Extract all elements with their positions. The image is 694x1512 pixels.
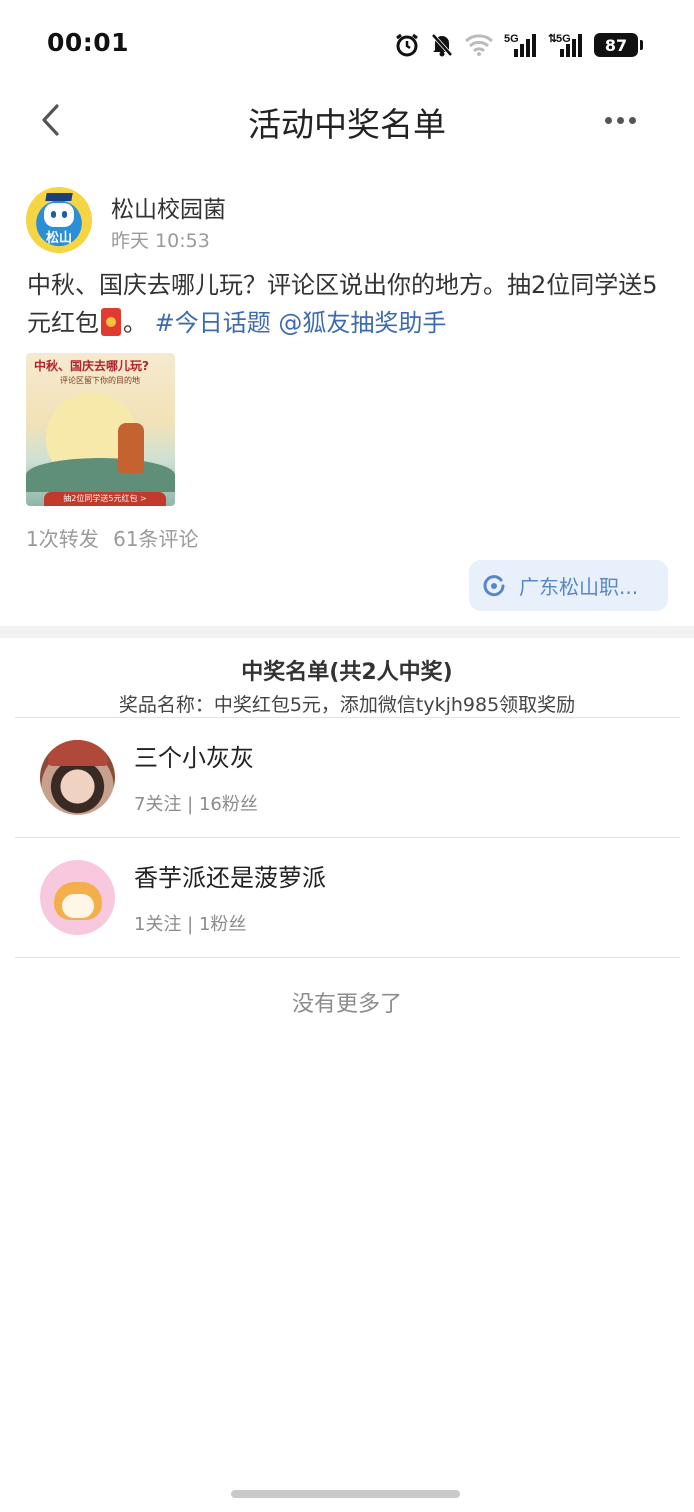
status-bar: 00:01 5G ⇅ 5G 87 <box>0 0 694 90</box>
wifi-icon <box>464 33 494 57</box>
svg-text:5G: 5G <box>556 33 571 45</box>
signal-5g-icon: ⇅ 5G <box>548 31 584 59</box>
image-title: 中秋、国庆去哪儿玩? <box>34 359 149 373</box>
topic-link[interactable]: #今日话题 <box>155 309 271 337</box>
eye-shape <box>62 211 67 218</box>
winner-row[interactable]: 香芋派还是菠萝派 1关注 | 1粉丝 <box>0 838 694 956</box>
more-button[interactable] <box>600 102 640 138</box>
hat-shape <box>48 740 108 766</box>
mute-bell-icon <box>430 32 454 58</box>
page-title: 活动中奖名单 <box>248 105 446 144</box>
red-envelope-icon <box>101 308 121 336</box>
mention-link[interactable]: @狐友抽奖助手 <box>278 309 446 337</box>
comment-count[interactable]: 61条评论 <box>113 527 198 551</box>
repost-count[interactable]: 1次转发 <box>26 527 99 551</box>
eye-shape <box>51 211 56 218</box>
more-dot <box>628 116 636 124</box>
post-text: 中秋、国庆去哪儿玩？评论区说出你的地方。抽2位同学送5元红包。 #今日话题 @狐… <box>27 266 672 342</box>
prize-description: 奖品名称：中奖红包5元，添加微信tykjh985领取奖励 <box>118 694 576 716</box>
avatar-text: 松山 <box>45 231 72 246</box>
battery-level: 87 <box>604 35 628 55</box>
home-indicator[interactable] <box>231 1490 460 1498</box>
winners-header: 中奖名单(共2人中奖) 奖品名称：中奖红包5元，添加微信tykjh985领取奖励 <box>0 654 694 717</box>
signal-5g-icon: 5G <box>504 31 538 59</box>
image-banner: 抽2位同学送5元红包 > <box>44 492 166 506</box>
chip-label: 广东松山职... <box>519 575 639 599</box>
winner-avatar[interactable] <box>40 860 115 935</box>
no-more-text: 没有更多了 <box>291 992 402 1017</box>
image-subtitle: 评论区留下你的目的地 <box>60 376 140 385</box>
winners-title: 中奖名单(共2人中奖) <box>241 660 453 685</box>
winner-name[interactable]: 三个小灰灰 <box>134 738 254 773</box>
winner-follow-stats: 7关注 | 16粉丝 <box>134 794 258 815</box>
winner-row[interactable]: 三个小灰灰 7关注 | 16粉丝 <box>0 718 694 836</box>
status-time: 00:01 <box>47 28 130 57</box>
author-name[interactable]: 松山校园菌 <box>111 190 226 224</box>
alarm-icon <box>394 32 420 58</box>
face-shape <box>44 203 74 227</box>
status-icons: 5G ⇅ 5G 87 <box>394 30 643 60</box>
cap-shape <box>45 193 73 201</box>
battery-icon: 87 <box>594 33 643 57</box>
winner-follow-stats: 1关注 | 1粉丝 <box>134 914 247 935</box>
post-time: 昨天 10:53 <box>111 230 210 252</box>
hills-shape <box>26 458 175 492</box>
refresh-circle-icon <box>483 574 505 596</box>
nav-bar: 活动中奖名单 <box>0 90 694 150</box>
winner-avatar[interactable] <box>40 740 115 815</box>
author-avatar[interactable]: 松山 <box>26 187 92 253</box>
section-divider <box>0 626 694 638</box>
school-tag-chip[interactable]: 广东松山职... <box>469 560 668 611</box>
post-stats: 1次转发 61条评论 <box>26 523 207 552</box>
post-body-text-end: 。 <box>123 309 147 337</box>
cat-face-shape <box>62 894 94 918</box>
post-image[interactable]: 中秋、国庆去哪儿玩? 评论区留下你的目的地 抽2位同学送5元红包 > <box>26 353 175 506</box>
traveler-figure <box>118 423 144 473</box>
more-dot <box>616 116 624 124</box>
post-card: 松山 松山校园菌 昨天 10:53 中秋、国庆去哪儿玩？评论区说出你的地方。抽2… <box>0 180 694 626</box>
divider <box>15 957 680 958</box>
svg-text:5G: 5G <box>504 33 519 45</box>
winner-name[interactable]: 香芋派还是菠萝派 <box>134 858 326 893</box>
more-dots-icon <box>604 116 612 124</box>
